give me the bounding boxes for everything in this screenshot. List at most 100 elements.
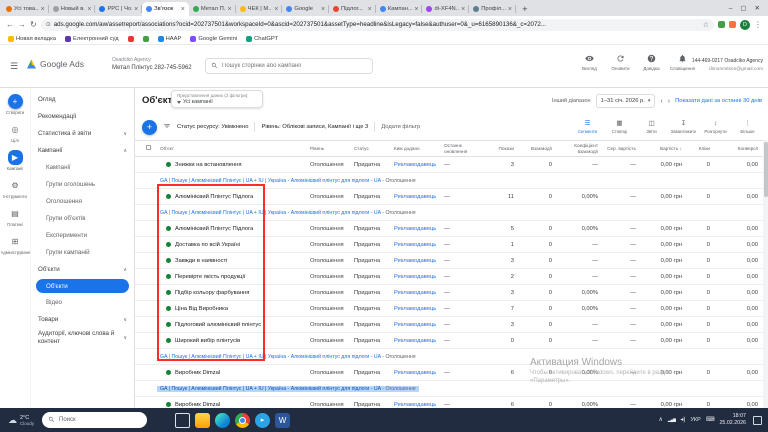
rail-item-admin[interactable]: ⊞Адміністрування — [0, 234, 30, 255]
date-prev-button[interactable]: ‹ — [660, 98, 662, 105]
taskbar-app-chrome[interactable] — [235, 413, 250, 428]
column-header[interactable]: Ким додано — [391, 146, 441, 151]
table-row[interactable]: Завжди в наявностіОголошенняПридатнаРекл… — [135, 253, 763, 269]
taskbar-app-file-explorer[interactable] — [195, 413, 210, 428]
keyboard-icon[interactable]: ⌨ — [706, 417, 715, 423]
added-by-cell[interactable]: Рекламодавець — [391, 162, 441, 168]
sidebar-item[interactable]: Оголошення — [31, 193, 134, 210]
tab-close-icon[interactable]: × — [228, 6, 232, 13]
add-filter-button[interactable]: Додати фільтр — [381, 124, 420, 130]
language-indicator[interactable]: УКР — [690, 417, 700, 423]
group-header-row[interactable]: GA | Пошук | Алюмінієвий Плінтус | UA + … — [135, 205, 763, 221]
bookmark-item[interactable]: Google Gemini — [190, 36, 237, 42]
rail-item-campaigns[interactable]: ▶Кампанії — [0, 150, 30, 171]
minimize-icon[interactable]: – — [729, 5, 733, 12]
group-path-link[interactable]: GA | Пошук | Алюмінієвий Плінтус | UA + … — [160, 178, 381, 184]
added-by-cell[interactable]: Рекламодавець — [391, 274, 441, 280]
sidebar-item[interactable]: Групи кампаній — [31, 244, 134, 261]
rail-item-billing[interactable]: ▤Платежі — [0, 206, 30, 227]
sidebar-item[interactable]: Об'єкти∧ — [31, 261, 134, 278]
taskbar-app-start[interactable] — [155, 413, 170, 428]
taskbar-app-word[interactable]: W — [275, 413, 290, 428]
tab-close-icon[interactable]: × — [414, 6, 418, 13]
browser-tab[interactable]: Усі това...× — [2, 2, 49, 16]
sidebar-item[interactable]: Відео — [31, 294, 134, 311]
tab-close-icon[interactable]: × — [321, 6, 325, 13]
rail-item-goals[interactable]: ◎Цілі — [0, 122, 30, 143]
group-header-row[interactable]: GA | Пошук | Алюмінієвий Плінтус | UA + … — [135, 349, 763, 365]
account-switcher[interactable]: Osadciko Agency Метал Плінтус 282-745-59… — [112, 57, 192, 72]
toolbar-download[interactable]: ↧Завантажити — [670, 120, 697, 133]
header-account-info[interactable]: 144-469-0217 Osadciko Agency dimonmitson… — [692, 58, 763, 73]
sidebar-item[interactable]: Групи об'єктів — [31, 210, 134, 227]
browser-tab[interactable]: Новый в...× — [49, 2, 96, 16]
browser-tab[interactable]: Кампан...× — [376, 2, 423, 16]
sidebar-item[interactable]: Кампанії — [31, 159, 134, 176]
reload-icon[interactable]: ↻ — [30, 21, 37, 29]
tab-close-icon[interactable]: × — [368, 6, 372, 13]
network-icon[interactable]: ▂▄▆ — [668, 418, 676, 422]
rail-item-tools[interactable]: ⚙Інструменти — [0, 178, 30, 199]
toolbar-segments[interactable]: ☰Сегменти — [574, 120, 601, 133]
added-by-cell[interactable]: Рекламодавець — [391, 338, 441, 344]
browser-menu-icon[interactable]: ⋮ — [754, 21, 762, 29]
column-header[interactable]: Взаємодії — [519, 146, 557, 151]
column-header[interactable]: Коефіцієнт взаємодії — [557, 143, 603, 153]
tab-close-icon[interactable]: × — [274, 6, 278, 13]
added-by-cell[interactable]: Рекламодавець — [391, 258, 441, 264]
google-ads-logo[interactable]: Google Ads — [27, 59, 84, 69]
tab-close-icon[interactable]: × — [181, 6, 185, 13]
toolbar-reports[interactable]: ◫Звіти — [638, 120, 665, 133]
browser-tab[interactable]: Підлог...× — [329, 2, 376, 16]
add-button[interactable]: + — [142, 120, 157, 135]
bookmark-item[interactable]: НААР — [158, 36, 182, 42]
taskbar-app-edge[interactable] — [215, 413, 230, 428]
bookmark-item[interactable]: ChatGPT — [246, 36, 278, 42]
browser-tab[interactable]: Профіл...× — [469, 2, 516, 16]
column-header[interactable]: Статус — [351, 146, 391, 151]
tab-close-icon[interactable]: × — [87, 6, 91, 13]
column-header[interactable]: Рівень — [307, 146, 351, 151]
table-row[interactable]: Підлоговий алюмінієвий плінтусОголошення… — [135, 317, 763, 333]
added-by-cell[interactable]: Рекламодавець — [391, 306, 441, 312]
group-header-row[interactable]: GA | Пошук | Алюмінієвий Плінтус | UA + … — [135, 381, 763, 397]
header-action-help[interactable]: Довідка — [638, 54, 665, 71]
group-path-link[interactable]: GA | Пошук | Алюмінієвий Плінтус | UA + … — [160, 386, 381, 392]
header-action-eye[interactable]: Вигляд — [576, 54, 603, 71]
bookmark-item[interactable] — [128, 36, 134, 42]
address-bar[interactable]: ⊙ ads.google.com/aw/assetreport/associat… — [41, 19, 714, 31]
table-row[interactable]: Алюмінієвий Плінтус ПідлогаОголошенняПри… — [135, 221, 763, 237]
browser-tab[interactable]: Зв'язок× — [142, 2, 189, 16]
site-info-icon[interactable]: ⊙ — [46, 21, 51, 28]
column-header[interactable]: Останнє оновлення — [441, 143, 485, 153]
sidebar-item[interactable]: Рекомендації — [31, 108, 134, 125]
maximize-icon[interactable]: ▢ — [740, 4, 746, 12]
added-by-cell[interactable]: Рекламодавець — [391, 226, 441, 232]
data-view-chip[interactable]: Представлення даних (2 фільтри): Усі кам… — [171, 90, 263, 108]
toolbar-columns[interactable]: ▦Стовпці — [606, 120, 633, 133]
scrollbar-thumb[interactable] — [764, 142, 768, 197]
notifications-center-icon[interactable] — [753, 416, 762, 425]
group-header-row[interactable]: GA | Пошук | Алюмінієвий Плінтус | UA + … — [135, 173, 763, 189]
taskbar-weather[interactable]: ☁ 2°C Cloudy — [4, 415, 38, 426]
bookmark-item[interactable]: Електронний суд — [65, 36, 119, 42]
browser-tab[interactable]: ЧЕК | М...× — [236, 2, 283, 16]
table-row[interactable]: Алюмінієвий Плінтус ПідлогаОголошенняПри… — [135, 189, 763, 205]
new-tab-button[interactable]: + — [519, 3, 531, 15]
tray-chevron-up-icon[interactable]: ∧ — [659, 417, 663, 423]
column-header[interactable]: Об'єкт — [157, 146, 307, 151]
table-row[interactable]: Доставка по всій УкраїніОголошенняПридат… — [135, 237, 763, 253]
tab-close-icon[interactable]: × — [134, 6, 138, 13]
select-all-checkbox[interactable] — [146, 145, 151, 150]
table-row[interactable]: Виробник DimzalОголошенняПридатнаРекламо… — [135, 397, 763, 408]
sidebar-item[interactable]: Кампанії∧ — [31, 142, 134, 159]
taskbar-clock[interactable]: 18:07 25.02.2026 — [719, 413, 746, 426]
show-last-30-days-link[interactable]: Показати дані за останні 30 днів — [675, 98, 762, 104]
table-row[interactable]: Знижки на встановленняОголошенняПридатна… — [135, 157, 763, 173]
column-header[interactable]: Покази — [485, 146, 519, 151]
sidebar-item[interactable]: Огляд — [31, 91, 134, 108]
taskbar-app-telegram[interactable]: ▸ — [255, 413, 270, 428]
rail-item-plus[interactable]: +Створити — [0, 94, 30, 115]
bookmark-item[interactable]: Новая вкладка — [8, 36, 56, 42]
taskbar-search[interactable]: Поиск — [42, 412, 147, 428]
